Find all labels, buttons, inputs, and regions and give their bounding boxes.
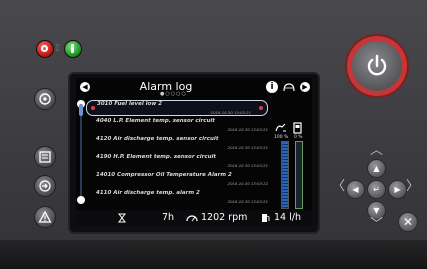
alarm-row[interactable]: 4120 Air discharge temp. sensor circuit …	[86, 136, 268, 152]
down-chevron-icon: ﹀	[370, 217, 384, 232]
alarm-row[interactable]: 4190 H.P. Element temp. sensor circuit 2…	[86, 154, 268, 170]
lamp-separator-icon: ▯	[55, 43, 60, 53]
hourglass-icon	[118, 213, 126, 223]
fuel-flow-icon	[275, 123, 286, 132]
fuel-level-fill	[282, 142, 288, 208]
run-lamp	[64, 40, 82, 58]
alarm-text: 4190 H.P. Element temp. sensor circuit	[96, 154, 217, 160]
engine-rpm: 1202 rpm	[201, 212, 248, 223]
title-bar: ◀ Alarm log ●○○○○ i ▶	[76, 78, 312, 97]
fuel-gauge-label: 100 %	[274, 135, 289, 140]
login-icon	[39, 180, 51, 192]
running-hours: 7h	[162, 212, 175, 223]
fuel-level-bar	[281, 141, 289, 209]
scroll-thumb[interactable]	[79, 104, 83, 116]
prev-page-icon[interactable]: ◀	[80, 82, 90, 92]
horn-silence-icon[interactable]	[282, 81, 296, 93]
right-button[interactable]: ▶	[388, 180, 407, 199]
stop-icon	[41, 45, 48, 52]
fuel-pump-icon	[293, 122, 302, 134]
page-indicator: ●○○○○	[160, 91, 187, 97]
alarm-timestamp: 2018-10-30 13:03:21	[227, 145, 268, 150]
panel-base	[0, 240, 427, 269]
warning-button[interactable]	[34, 206, 56, 228]
login-button[interactable]	[34, 175, 56, 197]
alarm-text: 4120 Air discharge temp. sensor circuit	[96, 136, 219, 142]
alarm-row[interactable]: 3010 Fuel level low 2 2018-10-30 13:03:2…	[86, 100, 268, 116]
alarm-text: 4110 Air discharge temp. alarm 2	[96, 190, 200, 196]
power-button[interactable]	[352, 41, 402, 91]
alarm-timestamp: 2018-10-30 13:03:21	[227, 199, 268, 204]
alarm-text: 14010 Compressor Oil Temperature Alarm 2	[96, 172, 232, 178]
up-button[interactable]: ▲	[367, 159, 386, 178]
close-button[interactable]: ✕	[398, 212, 418, 232]
alarm-row[interactable]: 14010 Compressor Oil Temperature Alarm 2…	[86, 172, 268, 188]
warning-icon	[38, 210, 52, 223]
up-chevron-icon: ︿	[370, 143, 384, 158]
info-icon[interactable]: i	[266, 81, 278, 93]
alarm-timestamp: 2018-10-30 13:03:21	[227, 127, 268, 132]
alarm-text: 3010 Fuel level low 2	[97, 101, 163, 107]
status-bar: 7h 1202 rpm 14 l/h	[76, 210, 312, 226]
alarm-timestamp: 2018-10-30 13:03:21	[227, 163, 268, 168]
right-chevron-icon: 〉	[406, 179, 420, 194]
engine-icon	[39, 93, 51, 105]
selection-dot-icon	[91, 106, 95, 110]
stop-lamp	[36, 40, 54, 58]
selection-dot-icon	[259, 106, 263, 110]
scroll-down-icon[interactable]	[77, 196, 85, 204]
enter-button[interactable]: ↵	[367, 180, 386, 199]
power-icon	[367, 54, 387, 76]
scroll-track[interactable]	[80, 104, 82, 196]
display-screen: ◀ Alarm log ●○○○○ i ▶ 3010 Fuel level lo…	[76, 78, 312, 226]
alarm-row[interactable]: 4040 L.P. Element temp. sensor circuit 2…	[86, 118, 268, 134]
run-icon	[71, 44, 74, 53]
next-page-icon[interactable]: ▶	[300, 82, 310, 92]
left-button[interactable]: ◀	[346, 180, 365, 199]
rpm-gauge-icon	[186, 215, 198, 222]
alarm-list-button[interactable]	[34, 146, 56, 168]
alarm-timestamp: 2018-10-30 13:03:22	[227, 181, 268, 186]
def-level-bar	[295, 141, 303, 209]
engine-button[interactable]	[34, 88, 56, 110]
alarm-list-icon	[39, 151, 51, 163]
alarm-timestamp: 2018-10-30 13:03:21	[210, 110, 251, 115]
alarm-row[interactable]: 4110 Air discharge temp. alarm 2 2018-10…	[86, 190, 268, 206]
def-gauge-label: 0 %	[294, 135, 303, 140]
fuel-icon	[262, 214, 270, 222]
alarm-text: 4040 L.P. Element temp. sensor circuit	[96, 118, 215, 124]
fuel-rate: 14 l/h	[274, 212, 301, 223]
left-chevron-icon: 〈	[332, 179, 346, 194]
